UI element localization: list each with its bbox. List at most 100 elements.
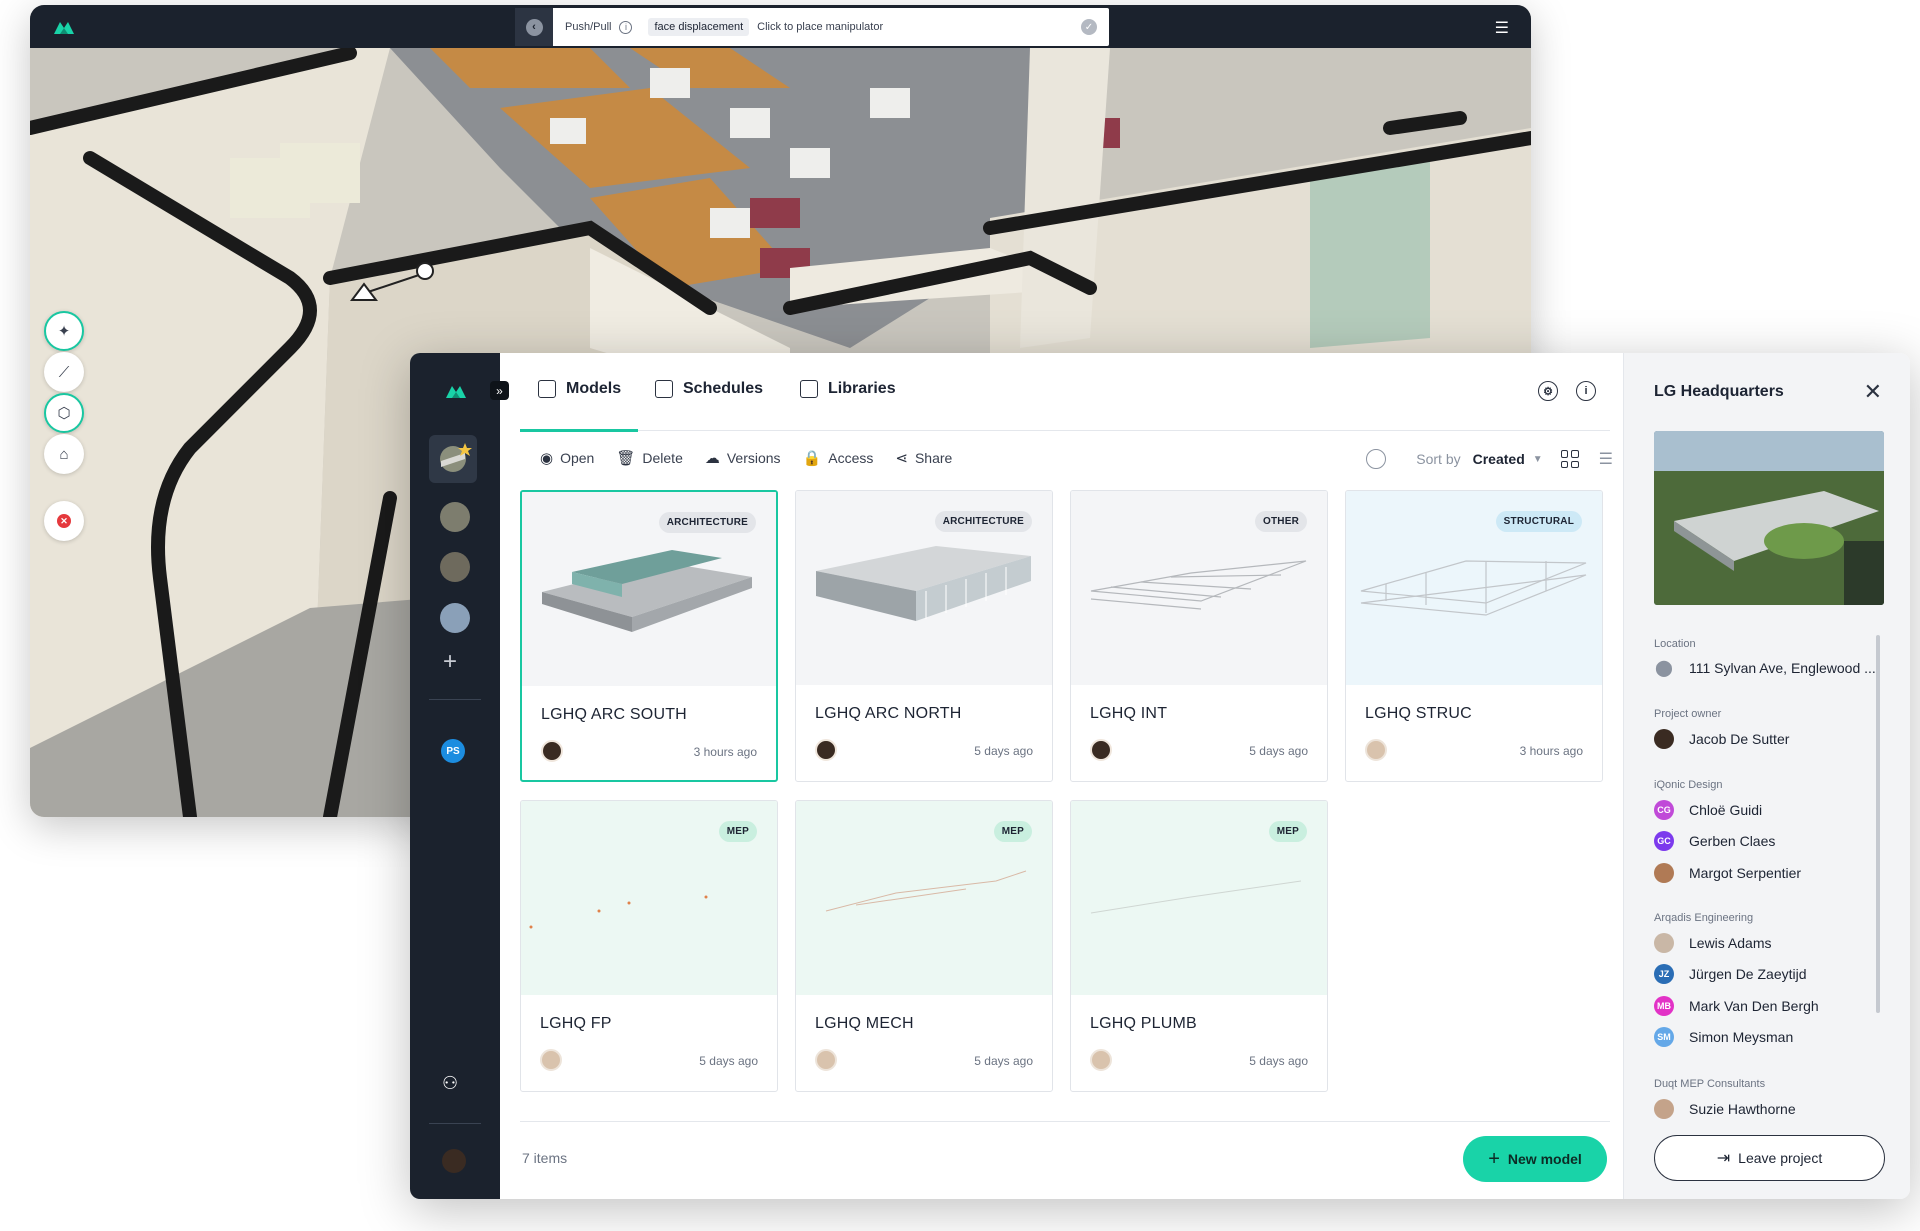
chevron-down-icon[interactable]: ▼	[1533, 454, 1543, 465]
scrollbar[interactable]	[1876, 635, 1880, 1013]
category-badge: OTHER	[1255, 511, 1307, 532]
access-label: Access	[828, 450, 874, 466]
section-tool[interactable]: ⌂	[44, 434, 84, 474]
manipulator-chip[interactable]: face displacement	[648, 18, 750, 36]
leave-project-label: Leave project	[1738, 1150, 1823, 1166]
member-name: Gerben Claes	[1689, 833, 1776, 849]
exit-icon: ⇥	[1716, 1150, 1731, 1167]
tab-label: Models	[566, 380, 622, 397]
rail-project[interactable]	[440, 603, 470, 633]
member-row[interactable]: GC Gerben Claes	[1654, 831, 1775, 851]
member-row[interactable]: Suzie Hawthorne	[1654, 1099, 1796, 1119]
category-badge: STRUCTURAL	[1495, 511, 1582, 532]
member-name: Chloë Guidi	[1689, 802, 1763, 818]
model-card[interactable]: OTHER LGHQ INT 5 days ago	[1070, 490, 1328, 782]
project-rail: » + PS ⚇	[410, 353, 509, 1199]
project-photo	[1654, 431, 1884, 605]
rail-project[interactable]	[440, 552, 470, 582]
model-card[interactable]: MEP LGHQ PLUMB 5 days ago	[1070, 800, 1328, 1092]
cube-icon	[538, 380, 556, 398]
eye-icon: ◉	[540, 450, 554, 467]
active-tab-indicator	[520, 429, 638, 432]
tab-bar: Models Schedules Libraries ⚙ i	[520, 353, 1610, 432]
access-button[interactable]: 🔒 Access	[803, 449, 874, 467]
member-name: Jacob De Sutter	[1689, 731, 1790, 747]
avatar[interactable]	[442, 1149, 466, 1173]
tab-libraries[interactable]: Libraries	[800, 380, 896, 398]
member-row[interactable]: Margot Serpentier	[1654, 863, 1801, 883]
member-row[interactable]: Jacob De Sutter	[1654, 729, 1789, 749]
brand-logo-icon[interactable]	[444, 383, 468, 399]
grid-view-icon[interactable]	[1560, 450, 1579, 468]
measure-tool[interactable]: ⟋	[44, 352, 84, 392]
close-tool[interactable]: ✕	[44, 501, 84, 541]
cube-icon: ⬡	[57, 405, 71, 422]
model-timestamp: 5 days ago	[699, 1054, 758, 1068]
location-pin-icon: ⬤	[1655, 660, 1673, 677]
model-name: LGHQ ARC NORTH	[815, 705, 962, 722]
member-row[interactable]: MB Mark Van Den Bergh	[1654, 996, 1819, 1016]
tab-label: Schedules	[683, 380, 764, 397]
model-card[interactable]: ARCHITECTURE LGHQ ARC SOUTH 3 hours ago	[520, 490, 778, 782]
avatar	[1365, 739, 1387, 761]
member-row[interactable]: CG Chloë Guidi	[1654, 800, 1762, 820]
table-icon	[655, 380, 673, 398]
category-badge: MEP	[993, 821, 1032, 842]
tab-models[interactable]: Models	[538, 380, 621, 398]
versions-button[interactable]: ☁ Versions	[705, 449, 781, 467]
avatar	[815, 1049, 837, 1071]
close-icon[interactable]: ✕	[1864, 379, 1882, 405]
model-timestamp: 5 days ago	[1249, 1054, 1308, 1068]
model-card[interactable]: STRUCTURAL LGHQ STRUC 3 hours ago	[1345, 490, 1603, 782]
rail-project[interactable]	[440, 502, 470, 532]
new-model-button[interactable]: + New model	[1463, 1136, 1607, 1182]
rail-project-active[interactable]	[429, 435, 477, 483]
back-button[interactable]: ‹	[515, 8, 553, 46]
list-view-icon[interactable]: ☰	[1599, 449, 1613, 469]
member-row[interactable]: Lewis Adams	[1654, 933, 1771, 953]
leave-project-button[interactable]: ⇥ Leave project	[1654, 1135, 1885, 1181]
open-button[interactable]: ◉ Open	[540, 449, 594, 467]
model-card[interactable]: MEP LGHQ FP 5 days ago	[520, 800, 778, 1092]
delete-button[interactable]: 🗑 Delete	[616, 449, 683, 467]
rail-divider	[429, 699, 481, 700]
sort-controls: Sort by Created ▼ ☰	[1366, 449, 1613, 469]
model-timestamp: 5 days ago	[1249, 744, 1308, 758]
share-label: Share	[914, 450, 953, 466]
model-name: LGHQ PLUMB	[1090, 1015, 1197, 1032]
check-icon[interactable]: ✓	[1081, 19, 1097, 35]
search-icon[interactable]	[1366, 449, 1387, 469]
sort-select[interactable]: Created	[1473, 451, 1525, 467]
member-row[interactable]: JZ Jürgen De Zaeytijd	[1654, 964, 1807, 984]
share-button[interactable]: ⋖ Share	[895, 449, 952, 467]
info-icon[interactable]: i	[1576, 381, 1596, 401]
member-row[interactable]: SM Simon Meysman	[1654, 1027, 1793, 1047]
avatar: SM	[1654, 1027, 1674, 1047]
avatar: MB	[1654, 996, 1674, 1016]
sliders-icon[interactable]: ☰	[1495, 18, 1509, 38]
expand-rail-button[interactable]: »	[490, 381, 509, 400]
gear-icon[interactable]: ⚙	[1538, 381, 1558, 401]
member-name: Mark Van Den Bergh	[1689, 998, 1819, 1014]
header-actions: ⚙ i	[1538, 381, 1596, 401]
user-initials-badge[interactable]: PS	[441, 739, 465, 763]
open-label: Open	[560, 450, 595, 466]
team-icon[interactable]: ⚇	[442, 1073, 458, 1094]
info-icon[interactable]: i	[619, 20, 633, 34]
manipulator-mode[interactable]: Push/Pull	[553, 21, 619, 33]
cube-tool[interactable]: ⬡	[44, 393, 84, 433]
tab-schedules[interactable]: Schedules	[655, 380, 763, 398]
brand-logo-icon[interactable]	[52, 19, 76, 35]
model-timestamp: 3 hours ago	[693, 745, 757, 759]
model-card[interactable]: ARCHITECTURE LGHQ ARC NORTH 5 days ago	[795, 490, 1053, 782]
member-name: Jürgen De Zaeytijd	[1689, 966, 1807, 982]
group-label: Arqadis Engineering	[1654, 912, 1754, 924]
models-main: Models Schedules Libraries ⚙ i ◉ Open 🗑 De…	[500, 353, 1623, 1199]
select-cursor-tool[interactable]: ✦	[44, 311, 84, 351]
model-name: LGHQ FP	[540, 1015, 612, 1032]
model-card[interactable]: MEP LGHQ MECH 5 days ago	[795, 800, 1053, 1092]
add-project-icon[interactable]: +	[443, 648, 457, 676]
item-count: 7 items	[522, 1150, 568, 1166]
avatar	[815, 739, 837, 761]
avatar	[1090, 1049, 1112, 1071]
